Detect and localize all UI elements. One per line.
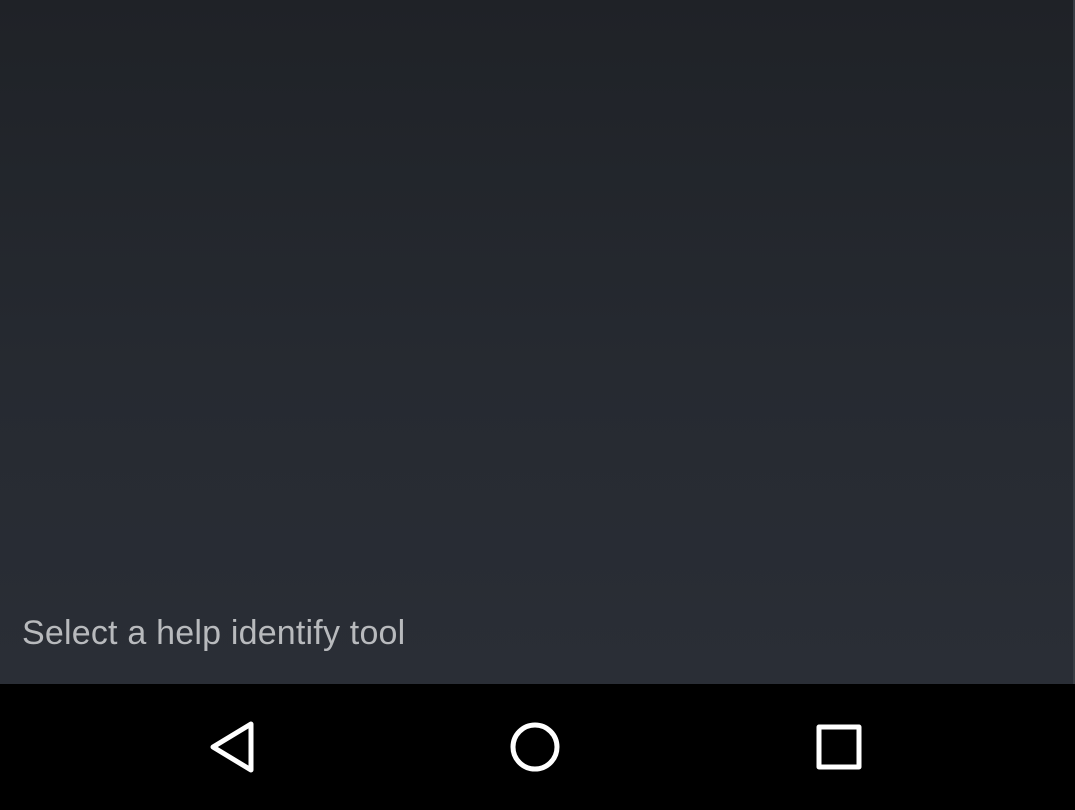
hint-text: Select a help identify tool — [22, 614, 406, 652]
content-area: Select a help identify tool — [0, 0, 1075, 684]
recents-button[interactable] — [794, 704, 884, 790]
recents-square-icon — [816, 724, 862, 770]
home-circle-icon — [510, 722, 560, 772]
screen: Select a help identify tool — [0, 0, 1075, 810]
back-button[interactable] — [188, 704, 278, 790]
navigation-bar — [0, 684, 1075, 810]
home-button[interactable] — [490, 704, 580, 790]
back-triangle-icon — [210, 721, 254, 773]
